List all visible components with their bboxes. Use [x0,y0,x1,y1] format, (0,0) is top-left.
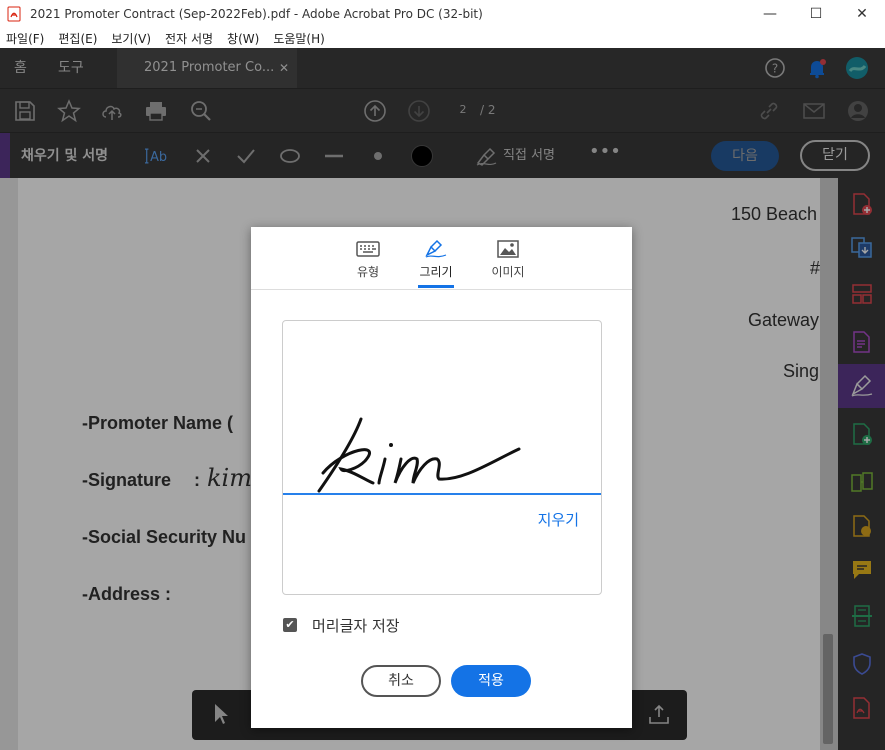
image-icon [497,240,519,258]
signature-draw-canvas[interactable]: 지우기 [282,320,602,595]
pen-draw-icon [425,239,447,258]
minimize-button[interactable]: — [747,0,793,28]
menu-view[interactable]: 보기(V) [111,30,151,47]
menu-window[interactable]: 창(W) [227,30,259,47]
signature-dialog: 유형 그리기 이미지 지우기 ✔ 머리글자 저장 취소 적용 [251,227,632,728]
tab-image-label: 이미지 [491,265,525,279]
menu-bar: 파일(F) 편집(E) 보기(V) 전자 서명 창(W) 도움말(H) [0,28,885,48]
save-initials-checkbox[interactable]: ✔ [283,618,297,632]
signature-baseline [283,493,601,495]
tab-type[interactable]: 유형 [338,239,398,280]
window-title: 2021 Promoter Contract (Sep-2022Feb).pdf… [30,7,483,21]
maximize-button[interactable]: ☐ [793,0,839,28]
tab-type-label: 유형 [356,265,380,279]
cancel-button[interactable]: 취소 [361,665,441,697]
title-bar: 2021 Promoter Contract (Sep-2022Feb).pdf… [0,0,885,28]
menu-help[interactable]: 도움말(H) [273,30,325,47]
menu-file[interactable]: 파일(F) [6,30,44,47]
tab-image[interactable]: 이미지 [478,239,538,280]
tab-divider [251,289,632,290]
tab-draw[interactable]: 그리기 [406,239,466,280]
save-initials-label: 머리글자 저장 [312,617,400,635]
keyboard-icon [356,241,380,257]
close-window-button[interactable]: ✕ [839,0,885,28]
menu-edit[interactable]: 편집(E) [58,30,97,47]
drawn-signature-kim [317,417,521,493]
tab-draw-label: 그리기 [419,265,453,279]
active-tab-indicator [418,285,454,288]
menu-esign[interactable]: 전자 서명 [165,30,213,47]
apply-button[interactable]: 적용 [451,665,531,697]
clear-signature-link[interactable]: 지우기 [538,509,579,530]
acrobat-pdf-icon [7,6,21,22]
